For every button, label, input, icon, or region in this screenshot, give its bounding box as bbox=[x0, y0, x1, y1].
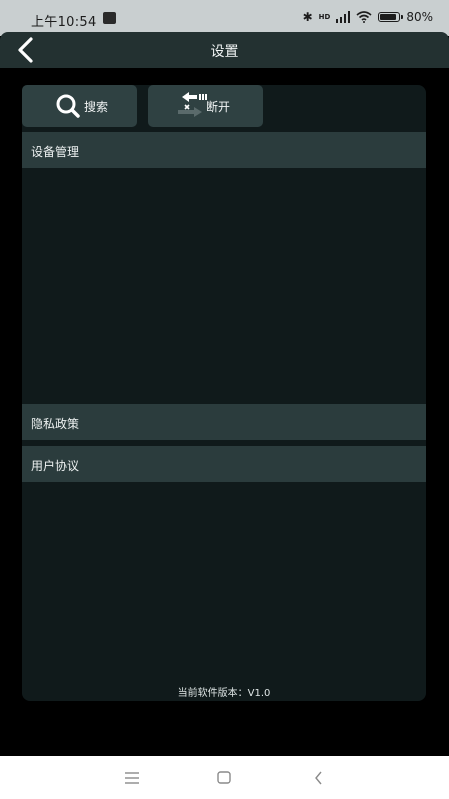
device-management-section[interactable]: 设备管理 bbox=[22, 132, 426, 168]
status-bar: 上午10:54 ✱ HD 80% bbox=[0, 0, 449, 36]
device-management-label: 设备管理 bbox=[31, 145, 80, 159]
disconnect-button-label: 断开 bbox=[206, 99, 231, 114]
home-button[interactable] bbox=[212, 768, 236, 788]
privacy-policy-label: 隐私政策 bbox=[31, 417, 80, 431]
app-bar: 设置 bbox=[0, 32, 449, 68]
system-nav-bar bbox=[0, 756, 449, 799]
bluetooth-icon: ✱ bbox=[302, 10, 313, 24]
version-text: 当前软件版本：V1.0 bbox=[177, 688, 271, 699]
home-square-icon bbox=[217, 771, 231, 784]
search-button[interactable]: 搜索 bbox=[22, 85, 137, 127]
status-time: 上午10:54 bbox=[31, 15, 97, 30]
user-agreement-label: 用户协议 bbox=[31, 459, 80, 473]
disconnect-icon bbox=[178, 92, 207, 117]
privacy-policy-item[interactable]: 隐私政策 bbox=[22, 404, 426, 440]
page-title: 设置 bbox=[210, 44, 239, 60]
settings-panel: 搜索 断开 设备管理 隐私政策 用户协议 当前软件版本：V1.0 bbox=[22, 85, 426, 701]
notification-icon bbox=[103, 12, 116, 24]
back-arrow-icon bbox=[315, 771, 322, 785]
search-icon bbox=[56, 94, 80, 118]
search-button-label: 搜索 bbox=[84, 99, 109, 114]
user-agreement-item[interactable]: 用户协议 bbox=[22, 446, 426, 482]
status-icons: ✱ HD 80% bbox=[303, 10, 433, 24]
network-type-label: HD bbox=[318, 13, 331, 21]
menu-button[interactable] bbox=[120, 768, 144, 788]
wifi-icon bbox=[356, 11, 372, 23]
menu-icon bbox=[125, 772, 139, 784]
battery-percent: 80% bbox=[406, 10, 433, 24]
battery-icon bbox=[378, 12, 404, 22]
signal-icon bbox=[336, 11, 351, 23]
disconnect-button[interactable]: 断开 bbox=[148, 85, 263, 127]
nav-back-button[interactable] bbox=[307, 768, 331, 788]
